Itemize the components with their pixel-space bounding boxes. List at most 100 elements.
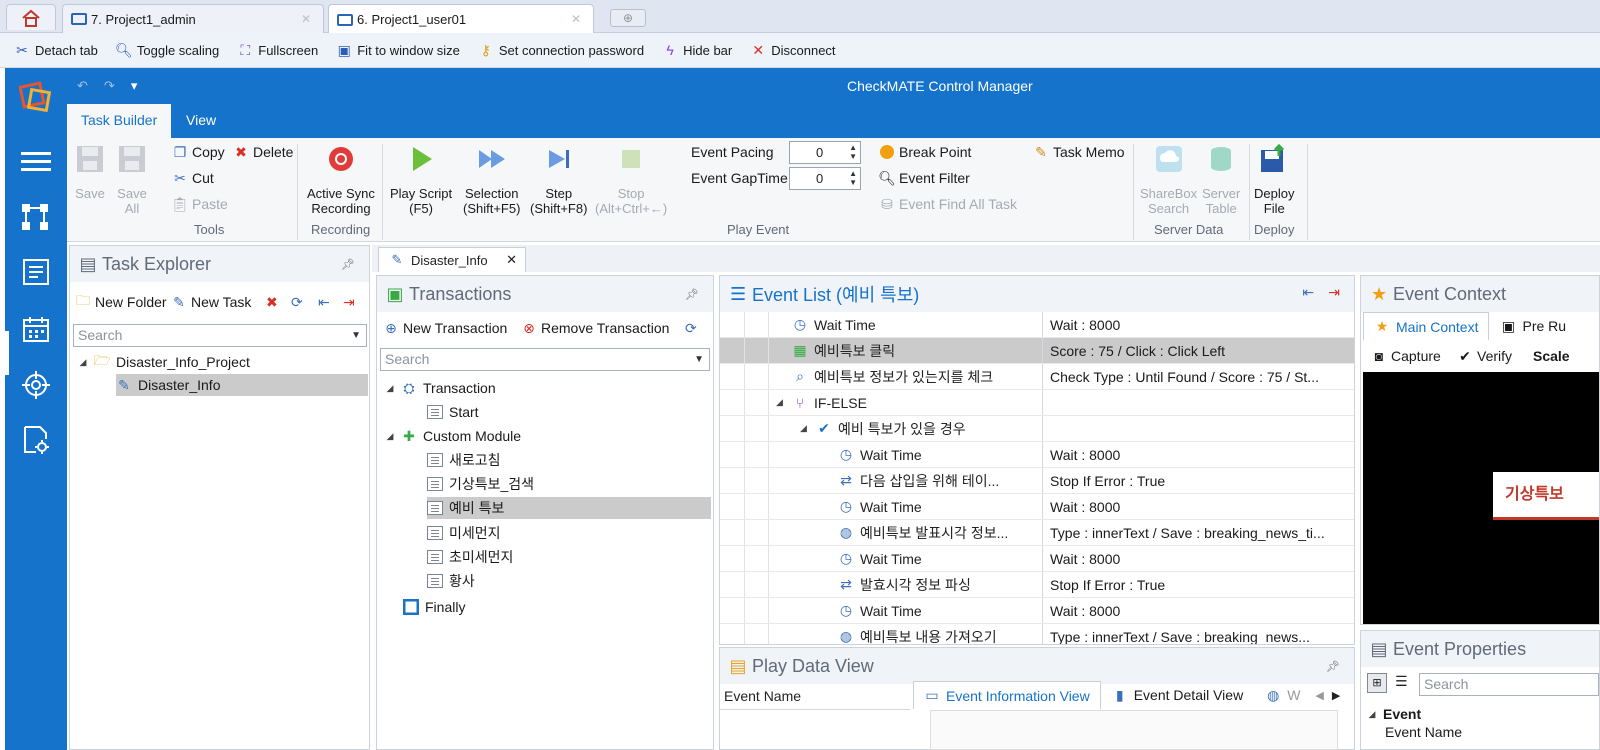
expand-all-icon[interactable]: ⇤ (318, 294, 330, 311)
tab-view[interactable]: View (172, 104, 230, 138)
sharebox-search-button[interactable]: ShareBox Search (1140, 144, 1197, 216)
tab-event-information-view[interactable]: ▭ Event Information View (913, 681, 1101, 709)
refresh-icon[interactable]: ⟳ (685, 320, 697, 337)
tree-item-module[interactable]: 초미세먼지 (427, 546, 513, 568)
pin-icon[interactable]: 📌︎ (1326, 660, 1340, 673)
new-tab-button[interactable]: ⊕ (610, 9, 646, 27)
tree-item-finally[interactable]: Finally (403, 596, 465, 618)
pin-icon[interactable]: 📌︎ (341, 258, 355, 271)
disconnect-button[interactable]: ✕ Disconnect (750, 42, 835, 58)
play-script-button[interactable]: Play Script (F5) (390, 144, 452, 216)
new-task-button[interactable]: ✎ New Task (171, 294, 251, 311)
scale-button[interactable]: Scale (1533, 348, 1570, 364)
close-icon[interactable]: ✕ (571, 12, 581, 26)
menu-icon[interactable] (20, 146, 52, 178)
close-icon[interactable]: ✕ (301, 12, 311, 26)
tree-item-module[interactable]: 새로고침 (427, 449, 501, 471)
hide-bar-button[interactable]: ϟ Hide bar (662, 42, 732, 58)
properties-search-input[interactable]: Search (1419, 673, 1599, 696)
stepper-arrows-icon[interactable]: ▲ ▼ (849, 143, 857, 161)
tab-w[interactable]: ◍ W (1254, 681, 1311, 709)
paste-button[interactable]: 📋︎ Paste (171, 196, 228, 213)
copy-button[interactable]: ❐ Copy (172, 144, 225, 161)
tree-item-task[interactable]: ✎ Disaster_Info (116, 374, 368, 396)
scroll-left-icon[interactable]: ◀ (1315, 689, 1323, 702)
expand-toggle-icon[interactable]: ◢ (385, 431, 395, 442)
scroll-right-icon[interactable]: ▶ (1332, 689, 1340, 702)
event-row[interactable]: ◢ ✔ 예비 특보가 있을 경우 (720, 416, 1354, 442)
event-row[interactable]: ◢ ⑂ IF-ELSE (720, 390, 1354, 416)
tab-main-context[interactable]: ★ Main Context (1363, 312, 1490, 340)
undo-icon[interactable]: ↶ (77, 78, 88, 94)
event-gaptime-stepper[interactable]: 0 ▲ ▼ (789, 167, 861, 190)
tree-item-module[interactable]: 황사 (427, 570, 475, 592)
expand-toggle-icon[interactable]: ◢ (78, 357, 88, 368)
task-memo-button[interactable]: ✎ Task Memo (1033, 144, 1124, 161)
expand-toggle-icon[interactable]: ◢ (385, 383, 395, 394)
expand-toggle-icon[interactable]: ◢ (800, 423, 807, 434)
property-row[interactable]: Event Name (1385, 725, 1462, 739)
tab-task-builder[interactable]: Task Builder (67, 104, 172, 138)
event-row[interactable]: ◷ Wait Time Wait : 8000 (720, 312, 1354, 338)
tree-item-custom-module[interactable]: ◢ ✚ Custom Module (385, 425, 522, 447)
tree-item-start[interactable]: Start (427, 401, 479, 423)
new-folder-button[interactable]: 🗀 New Folder (75, 292, 167, 310)
save-button[interactable]: Save (75, 144, 105, 201)
deploy-file-button[interactable]: Deploy File (1254, 144, 1294, 216)
workflow-icon[interactable] (20, 201, 52, 233)
break-point-button[interactable]: Break Point (879, 144, 971, 160)
event-row[interactable]: ◍ 예비특보 내용 가져오기 Type : innerText / Save : b… (720, 624, 1354, 644)
close-icon[interactable]: ✕ (506, 252, 517, 268)
delete-button[interactable]: ✖ Delete (233, 144, 293, 161)
event-find-all-task-button[interactable]: ⛁ Event Find All Task (879, 196, 1017, 213)
stop-button[interactable]: Stop (Alt+Ctrl+←) (595, 144, 667, 216)
capture-button[interactable]: ◙ Capture (1371, 348, 1441, 364)
task-search-input[interactable]: Search ▼ (73, 324, 367, 347)
collapse-all-icon[interactable]: ⇥ (343, 294, 355, 311)
event-row[interactable]: ◷ Wait Time Wait : 8000 (720, 494, 1354, 520)
calendar-icon[interactable] (20, 313, 52, 345)
tree-item-project[interactable]: ◢ 🗁 Disaster_Info_Project (78, 351, 368, 373)
event-filter-button[interactable]: 🔍︎ Event Filter (878, 170, 970, 187)
tree-item-module[interactable]: 기상특보_검색 (427, 473, 534, 495)
tab-pre-run[interactable]: ▣ Pre Ru (1489, 312, 1577, 340)
event-row[interactable]: ⇄ 발효시각 정보 파싱 Stop If Error : True (720, 572, 1354, 598)
event-row[interactable]: ◷ Wait Time Wait : 8000 (720, 442, 1354, 468)
tree-item-module[interactable]: 미세먼지 (427, 522, 501, 544)
event-row[interactable]: ⇄ 다음 삽입을 위해 테이... Stop If Error : True (720, 468, 1354, 494)
toggle-scaling-button[interactable]: 🔍︎ Toggle scaling (115, 42, 219, 58)
selection-play-button[interactable]: Selection (Shift+F5) (463, 144, 520, 216)
detach-tab-button[interactable]: ✂ Detach tab (14, 42, 98, 58)
refresh-icon[interactable]: ⟳ (291, 294, 303, 311)
cut-button[interactable]: ✂ Cut (172, 170, 214, 187)
target-icon[interactable] (20, 369, 52, 401)
expand-all-icon[interactable]: ⇤ (1302, 284, 1314, 301)
task-builder-icon[interactable] (20, 256, 52, 288)
event-row[interactable]: ◍ 예비특보 발표시각 정보... Type : innerText / Save … (720, 520, 1354, 546)
collapse-all-icon[interactable]: ⇥ (1328, 284, 1340, 301)
verify-button[interactable]: ✔ Verify (1457, 348, 1512, 365)
event-row[interactable]: ◷ Wait Time Wait : 8000 (720, 546, 1354, 572)
settings-page-icon[interactable] (20, 424, 52, 456)
expand-toggle-icon[interactable]: ◢ (1367, 709, 1377, 720)
remove-transaction-button[interactable]: ⊗ Remove Transaction (521, 320, 669, 337)
alphabetical-view-icon[interactable]: ☰ (1395, 673, 1408, 690)
categorized-view-icon[interactable]: ⊞ (1367, 673, 1387, 693)
transaction-search-input[interactable]: Search ▼ (380, 348, 710, 371)
redo-icon[interactable]: ↷ (104, 78, 115, 94)
stepper-arrows-icon[interactable]: ▲ ▼ (849, 169, 857, 187)
pin-icon[interactable]: 📌︎ (685, 288, 699, 301)
chevron-down-icon[interactable]: ▼ (694, 349, 704, 370)
tree-item-module-selected[interactable]: 예비 특보 (427, 497, 711, 519)
event-pacing-stepper[interactable]: 0 ▲ ▼ (789, 141, 861, 164)
browser-tab-user01[interactable]: 6. Project1_user01 ✕ (328, 4, 594, 34)
browser-tab-admin[interactable]: 7. Project1_admin ✕ (62, 4, 324, 33)
document-tab[interactable]: ✎ Disaster_Info ✕ (378, 247, 526, 272)
tree-item-transaction[interactable]: ◢ ⛭ Transaction (385, 377, 496, 399)
expand-toggle-icon[interactable]: ◢ (776, 397, 783, 408)
step-button[interactable]: Step (Shift+F8) (530, 144, 587, 216)
event-row[interactable]: ▦ 예비특보 클릭 Score : 75 / Click : Click Left (720, 338, 1354, 364)
event-row[interactable]: ⌕ 예비특보 정보가 있는지를 체크 Check Type : Until Foun… (720, 364, 1354, 390)
home-tab[interactable] (6, 4, 56, 30)
event-row[interactable]: ◷ Wait Time Wait : 8000 (720, 598, 1354, 624)
